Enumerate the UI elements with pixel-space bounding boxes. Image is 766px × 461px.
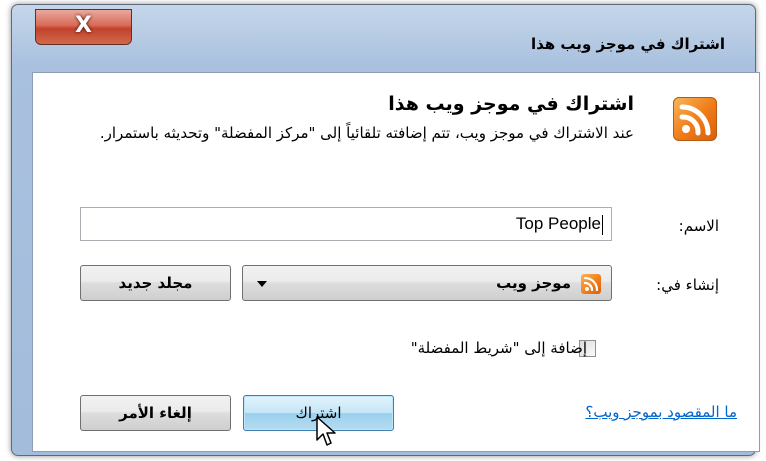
new-folder-button[interactable]: مجلد جديد (80, 265, 231, 301)
name-value: Top People (515, 214, 601, 233)
cancel-button[interactable]: إلغاء الأمر (80, 395, 231, 431)
close-button[interactable]: X (35, 9, 132, 45)
create-in-value: موجز ويب (496, 274, 571, 292)
create-in-label: إنشاء في: (656, 276, 719, 294)
create-in-dropdown[interactable]: موجز ويب (242, 265, 612, 301)
dialog-heading: اشتراك في موجز ويب هذا (388, 93, 634, 115)
dialog-window: X اشتراك في موجز ويب هذا اشتراك في موجز … (11, 4, 760, 456)
window-title: اشتراك في موجز ويب هذا (531, 35, 725, 53)
name-input[interactable]: Top People (80, 207, 612, 241)
rss-feed-icon (581, 274, 601, 294)
chevron-down-icon (257, 281, 267, 287)
name-label: الاسم: (678, 217, 719, 235)
favorites-bar-label: إضافة إلى "شريط المفضلة" (410, 339, 587, 357)
rss-feed-icon (673, 97, 717, 141)
help-link[interactable]: ما المقصود بموجز ويب؟ (585, 403, 737, 421)
mouse-cursor-icon (316, 416, 336, 446)
dialog-description: عند الاشتراك في موجز ويب، تتم إضافته تلق… (99, 124, 634, 142)
text-caret (602, 214, 603, 235)
dialog-body: اشتراك في موجز ويب هذا عند الاشتراك في م… (32, 72, 760, 452)
